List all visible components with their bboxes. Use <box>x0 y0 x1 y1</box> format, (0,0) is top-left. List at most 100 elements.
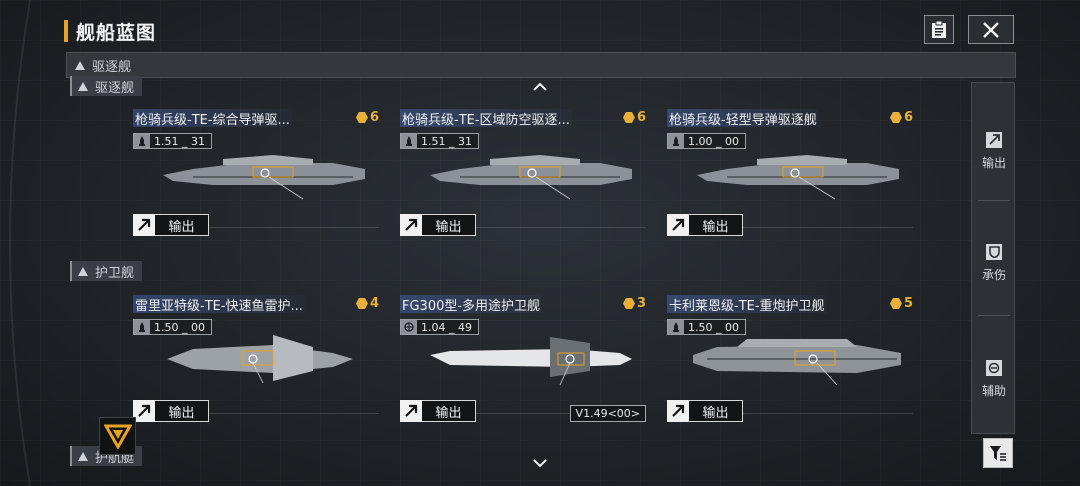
ship-level: 5 <box>889 296 913 311</box>
frigate-ship-image <box>167 335 353 384</box>
blueprint-version-tag: V1.49<00> <box>569 405 646 422</box>
level-value: 4 <box>369 296 379 311</box>
ship-level: 6 <box>355 110 379 125</box>
triangle-icon <box>78 266 88 276</box>
level-hex-icon <box>355 112 368 123</box>
ship-name: 雷里亚特级-TE-快速鱼雷护... <box>133 295 305 314</box>
level-hex-icon <box>622 112 635 123</box>
export-arrow-icon <box>133 400 155 422</box>
export-label: 输出 <box>155 214 209 236</box>
notes-button[interactable] <box>924 15 954 44</box>
side-item-label: 辅助 <box>981 383 1006 398</box>
ship-card[interactable]: 卡利莱恩级-TE-重炮护卫舰 5 1.50 _ 00 输出 <box>667 295 913 427</box>
ship-name: 枪骑兵级-轻型导弹驱逐舰 <box>667 109 819 128</box>
close-button[interactable] <box>968 15 1014 44</box>
filter-strip-tag: 驱逐舰 <box>75 56 131 75</box>
level-hex-icon <box>889 298 902 309</box>
side-item-label: 承伤 <box>981 267 1006 282</box>
export-arrow-icon <box>667 400 689 422</box>
divider <box>978 200 1010 201</box>
triangle-icon <box>78 81 88 91</box>
side-item-support[interactable]: 辅助 <box>972 349 1016 409</box>
rocket-icon <box>134 134 150 148</box>
sort-filter-button[interactable] <box>983 438 1013 468</box>
ship-card[interactable]: 雷里亚特级-TE-快速鱼雷护... 4 1.50 _ 00 输出 <box>133 295 379 427</box>
destroyer-ship-image <box>163 155 365 200</box>
destroyer-ship-image <box>697 155 899 200</box>
ship-card[interactable]: 枪骑兵级-TE-综合导弹驱... 6 1.51 _ 31 输出 <box>133 109 379 241</box>
ship-name: 枪骑兵级-TE-综合导弹驱... <box>133 109 292 128</box>
level-value: 6 <box>369 110 379 125</box>
export-label: 输出 <box>689 214 743 236</box>
scroll-down-button[interactable] <box>530 457 550 469</box>
triangle-icon <box>75 60 85 70</box>
side-item-label: 输出 <box>981 155 1006 170</box>
frigate-ship-image <box>693 339 901 386</box>
section-header-frigate[interactable]: 护卫舰 <box>70 261 143 281</box>
category-filter-strip[interactable]: 驱逐舰 <box>66 52 1016 78</box>
level-hex-icon <box>355 298 368 309</box>
filter-strip-label: 驱逐舰 <box>92 59 132 75</box>
side-item-output[interactable]: 输出 <box>972 121 1016 181</box>
chevron-down-icon <box>533 458 547 467</box>
export-button[interactable]: 输出 <box>133 214 209 236</box>
level-value: 6 <box>636 110 646 125</box>
ship-card[interactable]: FG300型-多用途护卫舰 3 1.04 _ 49 输出 V1.49<00> <box>400 295 646 427</box>
scroll-up-button[interactable] <box>530 80 550 92</box>
export-arrow-icon <box>133 214 155 236</box>
export-arrow-icon <box>400 214 422 236</box>
export-button[interactable]: 输出 <box>400 214 476 236</box>
rocket-icon <box>668 320 684 334</box>
close-icon <box>983 21 999 38</box>
divider <box>978 315 1010 316</box>
ship-level: 3 <box>622 296 646 311</box>
level-value: 6 <box>903 110 913 125</box>
export-label: 输出 <box>422 400 476 422</box>
export-label: 输出 <box>689 400 743 422</box>
ship-level: 4 <box>355 296 379 311</box>
background-arc <box>9 0 31 486</box>
globe-icon <box>401 320 417 334</box>
rocket-icon <box>134 320 150 334</box>
destroyer-ship-image <box>430 155 632 200</box>
level-hex-icon <box>889 112 902 123</box>
ship-card[interactable]: 枪骑兵级-轻型导弹驱逐舰 6 1.00 _ 00 输出 <box>667 109 913 241</box>
title-accent <box>64 20 68 42</box>
section-label: 护卫舰 <box>95 265 135 281</box>
rocket-icon <box>668 134 684 148</box>
clipboard-icon <box>932 20 946 38</box>
ship-level: 6 <box>889 110 913 125</box>
gold-triangle-icon <box>103 424 132 449</box>
ship-level: 6 <box>622 110 646 125</box>
section-header-destroyer[interactable]: 驱逐舰 <box>70 76 143 96</box>
level-value: 5 <box>903 296 913 311</box>
support-icon <box>986 359 1002 376</box>
ship-card[interactable]: 枪骑兵级-TE-区域防空驱逐... 6 1.51 _ 31 输出 <box>400 109 646 241</box>
ship-name: 枪骑兵级-TE-区域防空驱逐... <box>400 109 572 128</box>
side-item-tank[interactable]: 承伤 <box>972 233 1016 293</box>
page-title: 舰船蓝图 <box>76 21 157 44</box>
chevron-up-icon <box>533 82 547 91</box>
export-button[interactable]: 输出 <box>667 214 743 236</box>
export-label: 输出 <box>422 214 476 236</box>
shield-icon <box>986 243 1002 260</box>
fleet-badge-button[interactable] <box>99 417 136 455</box>
export-label: 输出 <box>155 400 209 422</box>
export-arrow-icon <box>400 400 422 422</box>
export-button[interactable]: 输出 <box>400 400 476 422</box>
level-value: 3 <box>636 296 646 311</box>
export-arrow-icon <box>667 214 689 236</box>
page-title-bar: 舰船蓝图 <box>64 18 156 44</box>
role-filter-panel: 输出 承伤 辅助 <box>971 82 1015 434</box>
rocket-icon <box>401 134 417 148</box>
section-label: 驱逐舰 <box>95 80 135 96</box>
ship-name: 卡利莱恩级-TE-重炮护卫舰 <box>667 295 827 314</box>
triangle-icon <box>78 451 88 461</box>
level-hex-icon <box>622 298 635 309</box>
export-arrow-icon <box>986 131 1002 148</box>
frigate-ship-image <box>430 337 632 386</box>
export-button[interactable]: 输出 <box>667 400 743 422</box>
export-button[interactable]: 输出 <box>133 400 209 422</box>
ship-name: FG300型-多用途护卫舰 <box>400 295 543 314</box>
filter-icon <box>990 446 1006 461</box>
